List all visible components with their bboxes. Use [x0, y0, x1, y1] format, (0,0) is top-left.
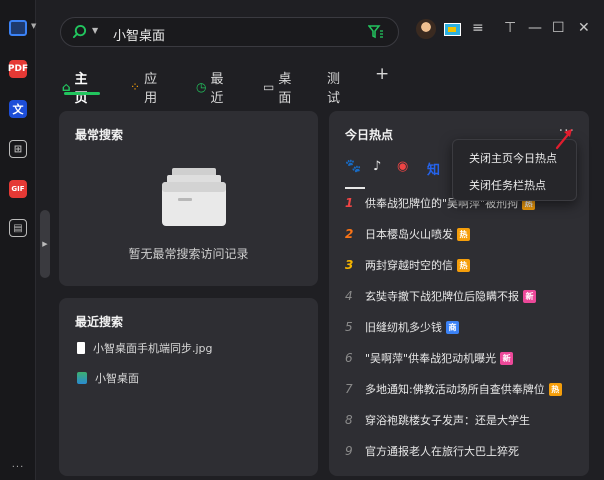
recent-search-card: 最近搜索 小智桌面手机端同步.jpg 小智桌面 — [59, 298, 318, 476]
active-source-indicator — [345, 187, 365, 189]
add-tab-button[interactable]: + — [375, 64, 389, 84]
hot-rank: 2 — [345, 227, 354, 241]
filter-icon[interactable] — [368, 25, 384, 39]
hot-item[interactable]: 3 两封穿越时空的信 热 — [345, 255, 470, 275]
hot-item[interactable]: 8 穿浴袍跳楼女子发声：还是大学生 — [345, 410, 530, 430]
hot-badge: 热 — [548, 382, 562, 396]
hot-item[interactable]: 2 日本樱岛火山喷发 热 — [345, 224, 470, 244]
search-engine-caret-icon[interactable]: ▼ — [92, 26, 98, 35]
tab-label: 主页 — [74, 72, 88, 106]
hot-rank: 7 — [345, 382, 353, 396]
frequent-search-card: 最常搜索 暂无最常搜索访问记录 — [59, 111, 318, 286]
recent-item-label: 小智桌面手机端同步.jpg — [93, 342, 213, 355]
close-home-hot-menu-item[interactable]: 关闭主页今日热点 — [469, 150, 557, 166]
hot-item-text: 官方通报老人在旅行大巴上猝死 — [365, 445, 519, 458]
new-badge: 新 — [500, 351, 514, 365]
plus-icon: + — [375, 64, 390, 84]
recent-item-label: 小智桌面 — [95, 372, 139, 385]
app-icon — [77, 372, 87, 384]
calculator-tool-icon[interactable]: ⊞ — [9, 140, 27, 158]
avatar[interactable] — [416, 19, 436, 39]
caret-down-icon[interactable]: ▼ — [31, 22, 36, 30]
skin-flag-icon[interactable] — [444, 23, 461, 36]
tab-label: 应用 — [144, 72, 158, 106]
hot-item[interactable]: 6 "吴啊萍"供奉战犯动机曝光 新 — [345, 348, 514, 368]
minimize-icon[interactable]: — — [528, 20, 542, 36]
notes-tool-icon[interactable]: ▤ — [9, 219, 27, 237]
recent-item[interactable]: 小智桌面 — [77, 370, 139, 386]
hot-rank: 4 — [345, 289, 353, 303]
zhihu-icon[interactable]: 知 — [427, 159, 440, 178]
recent-item[interactable]: 小智桌面手机端同步.jpg — [77, 340, 213, 356]
ad-badge: 商 — [446, 320, 459, 334]
hot-item-text: 穿浴袍跳楼女子发声：还是大学生 — [365, 414, 530, 427]
tab-test[interactable]: 测试 — [327, 68, 340, 106]
card-title: 今日热点 — [345, 128, 394, 142]
close-icon[interactable]: ✕ — [578, 20, 590, 36]
maximize-icon[interactable]: ☐ — [552, 20, 565, 36]
new-badge: 新 — [523, 289, 536, 303]
tab-label: 桌面 — [278, 72, 292, 106]
collapse-handle[interactable]: ▶ — [40, 210, 50, 278]
hot-item[interactable]: 9 官方通报老人在旅行大巴上猝死 — [345, 441, 519, 461]
card-title: 最近搜索 — [75, 315, 124, 329]
translate-tool-icon[interactable]: 文 — [9, 100, 27, 118]
hot-item-text: "吴啊萍"供奉战犯动机曝光 — [365, 352, 497, 365]
tab-desktop[interactable]: ▭ 桌面 — [263, 68, 291, 106]
hot-rank: 6 — [345, 351, 353, 365]
tab-label: 测试 — [327, 72, 341, 106]
hot-item[interactable]: 4 玄奘寺撤下战犯牌位后隐瞒不报 新 — [345, 286, 536, 306]
hot-item[interactable]: 5 旧缝纫机多少钱 商 — [345, 317, 459, 337]
hot-item-text: 两封穿越时空的信 — [365, 259, 453, 272]
hot-rank: 3 — [345, 258, 354, 272]
tab-recent[interactable]: ◷ 最近 — [196, 68, 224, 106]
tab-home[interactable]: ⌂ 主页 — [62, 68, 88, 106]
hot-rank: 5 — [345, 320, 353, 334]
tiktok-icon[interactable]: ♪ — [373, 159, 381, 174]
pointer-arrow-icon — [555, 129, 572, 150]
active-tab-indicator — [64, 92, 100, 95]
gif-tool-icon[interactable]: GIF — [9, 180, 27, 198]
clock-icon: ◷ — [196, 80, 207, 94]
hot-badge: 热 — [457, 258, 470, 272]
hot-item-text: 日本樱岛火山喷发 — [365, 228, 453, 241]
window-switch-icon[interactable] — [9, 20, 27, 36]
left-rail: ▼ PDF 文 ⊞ GIF ▤ ··· — [0, 0, 36, 480]
hot-item-text: 多地通知:佛教活动场所自查供奉牌位 — [365, 383, 545, 396]
pdf-tool-icon[interactable]: PDF — [8, 60, 28, 78]
chevron-right-icon: ▶ — [42, 240, 48, 248]
close-taskbar-hot-menu-item[interactable]: 关闭任务栏热点 — [469, 177, 546, 193]
apps-icon: ⁘ — [130, 80, 141, 94]
monitor-icon: ▭ — [263, 80, 275, 94]
hot-rank: 9 — [345, 444, 353, 458]
hot-item-text: 旧缝纫机多少钱 — [365, 321, 442, 334]
tab-label: 最近 — [210, 72, 224, 106]
rail-more-icon[interactable]: ··· — [9, 462, 27, 473]
hot-rank: 8 — [345, 413, 353, 427]
weibo-icon[interactable]: ◉ — [397, 159, 408, 174]
tab-apps[interactable]: ⁘ 应用 — [130, 68, 157, 106]
hot-item[interactable]: 7 多地通知:佛教活动场所自查供奉牌位 热 — [345, 379, 562, 399]
search-bar[interactable]: ▼ 小智桌面 — [60, 17, 399, 47]
hot-badge: 热 — [457, 227, 470, 241]
menu-icon[interactable]: ≡ — [472, 20, 484, 36]
baidu-paw-icon[interactable]: 🐾 — [345, 159, 361, 174]
search-input[interactable]: 小智桌面 — [113, 25, 165, 44]
file-icon — [77, 342, 85, 354]
empty-state-text: 暂无最常搜索访问记录 — [128, 247, 249, 261]
hot-item-text: 玄奘寺撤下战犯牌位后隐瞒不报 — [365, 290, 519, 303]
pin-icon[interactable]: ⊤ — [504, 20, 516, 36]
hot-rank: 1 — [345, 196, 354, 210]
empty-box-icon — [162, 168, 226, 226]
search-icon[interactable] — [72, 24, 87, 39]
card-title: 最常搜索 — [75, 128, 124, 142]
